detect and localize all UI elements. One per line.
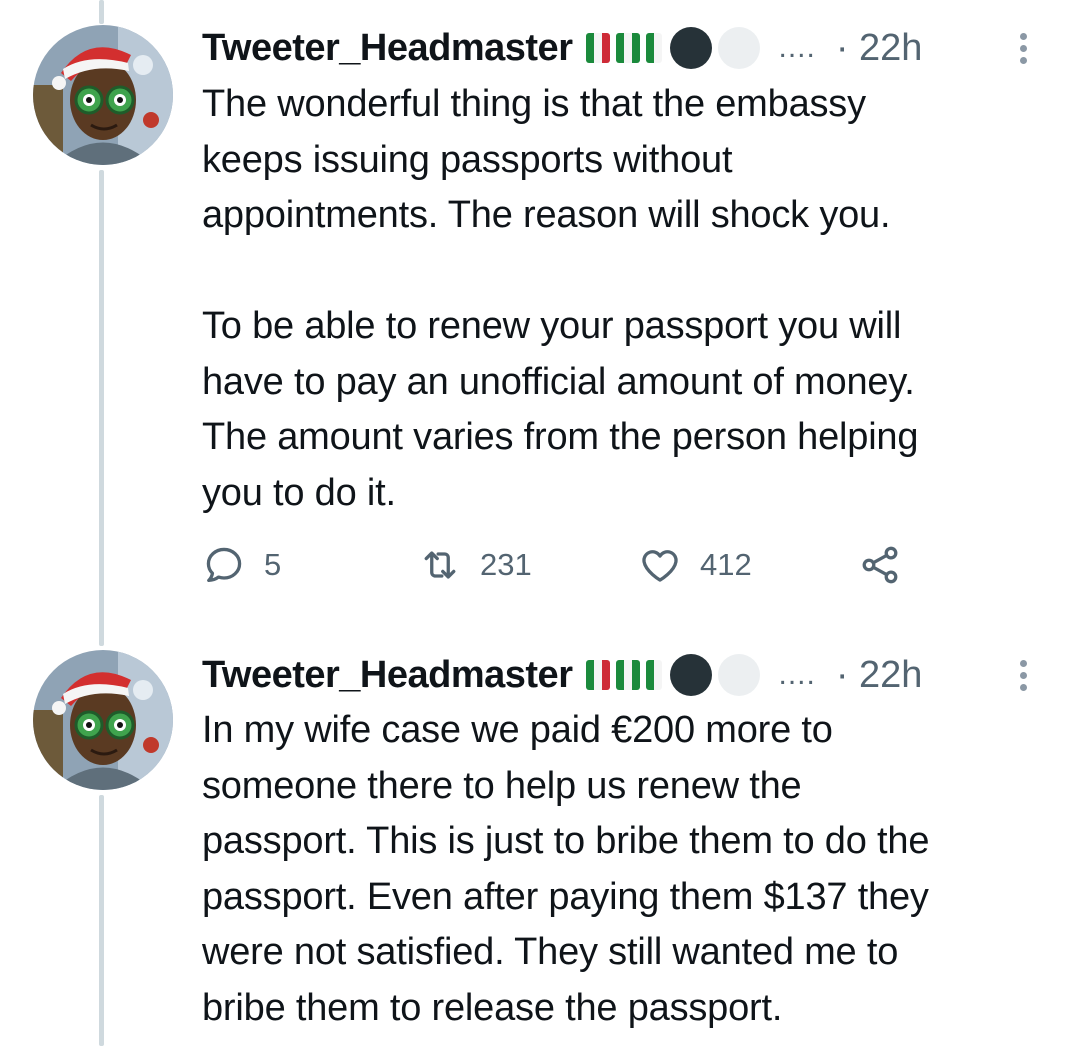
- display-name-truncation: ....: [778, 658, 816, 691]
- thread-line-bottom: [99, 795, 104, 1046]
- username[interactable]: Tweeter_Headmaster: [202, 654, 573, 697]
- retweet-button[interactable]: 231: [418, 540, 532, 590]
- display-name-truncation: ....: [778, 31, 816, 64]
- tweet-paragraph: The wonderful thing is that the embassy …: [202, 83, 891, 236]
- reply-button[interactable]: 5: [202, 540, 281, 590]
- username[interactable]: Tweeter_Headmaster: [202, 27, 573, 70]
- partial-flag-icon: [646, 660, 663, 690]
- share-icon: [862, 546, 898, 584]
- like-count: 412: [700, 547, 752, 582]
- italy-flag-icon: [586, 33, 611, 63]
- flags-icon: [586, 654, 761, 696]
- more-vertical-icon[interactable]: [1020, 660, 1027, 691]
- italy-flag-icon: [586, 660, 611, 690]
- tweet-paragraph: In my wife case we paid €200 more to som…: [202, 709, 930, 1029]
- nigeria-flag-icon: [616, 660, 641, 690]
- tweet-text: The wonderful thing is that the embassy …: [202, 77, 1062, 521]
- white-circle-icon: [718, 654, 761, 696]
- tweet-header: Tweeter_Headmaster .... · 22h: [202, 20, 922, 76]
- partial-flag-icon: [646, 33, 663, 63]
- tweet-header: Tweeter_Headmaster .... · 22h: [202, 647, 922, 703]
- share-button[interactable]: [858, 540, 902, 590]
- user-avatar[interactable]: [33, 25, 173, 165]
- nigeria-flag-icon: [616, 33, 641, 63]
- user-avatar[interactable]: [33, 650, 173, 790]
- timestamp[interactable]: · 22h: [836, 27, 923, 70]
- more-vertical-icon[interactable]: [1020, 33, 1027, 64]
- tweet-paragraph: To be able to renew your passport you wi…: [202, 305, 919, 514]
- thread-line-top: [99, 0, 104, 24]
- retweet-count: 231: [480, 547, 532, 582]
- thread-line-middle: [99, 170, 104, 646]
- heart-icon: [642, 550, 678, 582]
- flags-icon: [586, 27, 761, 69]
- reply-count: 5: [264, 547, 282, 582]
- black-circle-icon: [670, 27, 713, 69]
- tweet-text: In my wife case we paid €200 more to som…: [202, 703, 1062, 1036]
- white-circle-icon: [718, 27, 761, 69]
- tweet-actions: 5 231 412: [202, 540, 922, 590]
- retweet-icon: [424, 551, 456, 579]
- timestamp[interactable]: · 22h: [836, 654, 923, 697]
- black-circle-icon: [670, 654, 713, 696]
- reply-icon: [206, 547, 242, 583]
- like-button[interactable]: 412: [638, 540, 752, 590]
